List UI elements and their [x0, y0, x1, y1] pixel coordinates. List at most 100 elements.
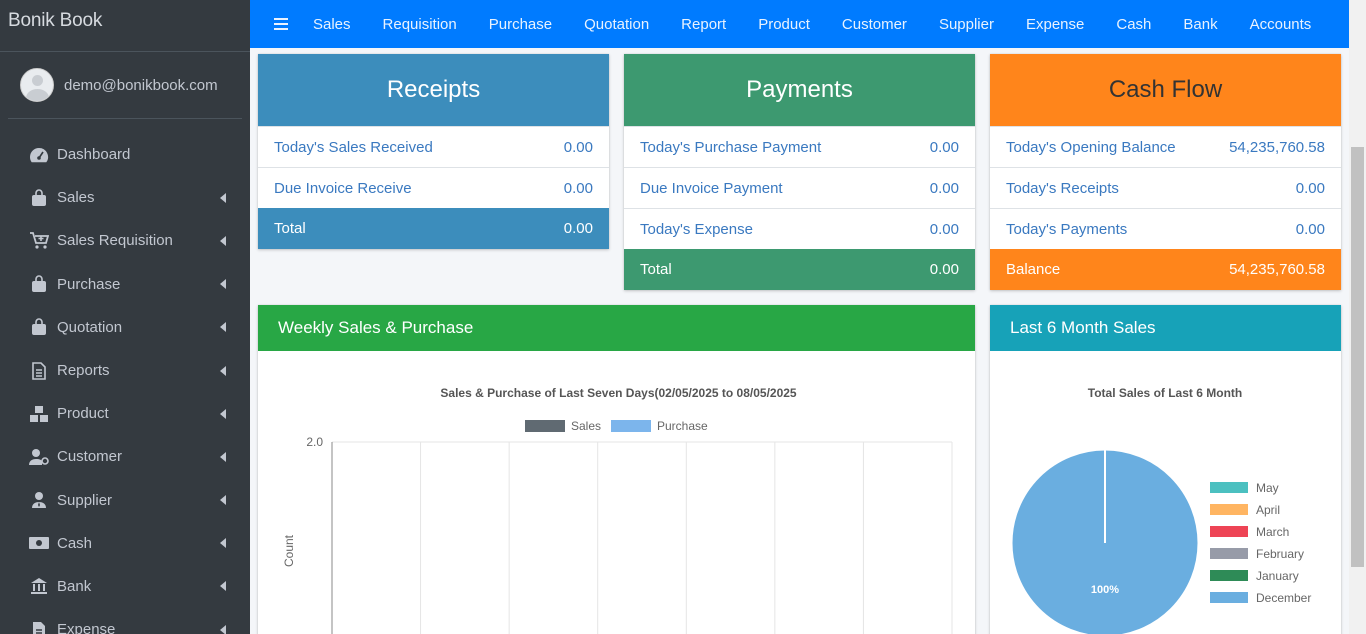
- row-value: 54,235,760.58: [1229, 138, 1325, 156]
- topnav-link-sales[interactable]: Sales: [313, 16, 351, 33]
- receipts-total-row: Total 0.00: [258, 208, 609, 249]
- dashboard-icon: [28, 146, 50, 164]
- chevron-left-icon: [220, 581, 226, 592]
- top-navbar: Sales Requisition Purchase Quotation Report P…: [250, 0, 1349, 48]
- bank-icon: [28, 577, 50, 595]
- user-email[interactable]: demo@bonikbook.com: [64, 77, 218, 94]
- chevron-left-icon: [220, 322, 226, 333]
- chevron-left-icon: [220, 495, 226, 506]
- chevron-left-icon: [220, 451, 226, 462]
- sidebar-item-dashboard[interactable]: Dashboard: [0, 133, 250, 176]
- receipts-box: Receipts Today's Sales Received 0.00 Due…: [258, 54, 609, 249]
- topnav-link-customer[interactable]: Customer: [842, 16, 907, 33]
- sidebar-item-label: Purchase: [57, 275, 121, 293]
- row-value: 0.00: [1295, 220, 1325, 238]
- sidebar-item-label: Product: [57, 405, 109, 423]
- shopping-bag-icon: [28, 318, 50, 336]
- cashflow-balance-row: Balance 54,235,760.58: [990, 249, 1341, 290]
- pie-legend-label-may: May: [1256, 481, 1279, 495]
- weekly-sales-purchase-card: Weekly Sales & Purchase Sales & Purchase…: [258, 305, 975, 634]
- top-nav-links: Sales Requisition Purchase Quotation Report P…: [313, 16, 1343, 33]
- total-label: Total: [274, 220, 306, 237]
- topnav-link-purchase[interactable]: Purchase: [489, 16, 552, 33]
- total-value: 0.00: [929, 261, 959, 278]
- payments-row-expense[interactable]: Today's Expense 0.00: [624, 208, 975, 249]
- pie-legend-label-february: February: [1256, 547, 1304, 561]
- sidebar-item-reports[interactable]: Reports: [0, 349, 250, 392]
- sidebar-item-label: Supplier: [57, 491, 113, 509]
- file-icon: [28, 361, 50, 380]
- topnav-link-requisition[interactable]: Requisition: [383, 16, 457, 33]
- sidebar-item-customer[interactable]: Customer: [0, 435, 250, 478]
- pie-chart-title: Total Sales of Last 6 Month: [1088, 386, 1242, 400]
- row-value: 0.00: [563, 138, 593, 156]
- receipts-row-due-invoice[interactable]: Due Invoice Receive 0.00: [258, 167, 609, 208]
- pie-legend-swatch-april: [1210, 504, 1248, 515]
- sidebar-item-label: Sales Requisition: [57, 232, 173, 250]
- pie-legend-label-december: December: [1256, 591, 1311, 605]
- chevron-left-icon: [220, 235, 226, 246]
- pie-legend-swatch-january: [1210, 570, 1248, 581]
- payments-total-row: Total 0.00: [624, 249, 975, 290]
- hamburger-menu-icon[interactable]: [274, 15, 288, 33]
- row-value: 0.00: [1295, 179, 1325, 197]
- sidebar-item-label: Dashboard: [57, 146, 131, 164]
- cashflow-row-payments[interactable]: Today's Payments 0.00: [990, 208, 1341, 249]
- file-invoice-icon: [28, 621, 50, 634]
- sidebar-item-label: Expense: [57, 621, 116, 634]
- sidebar-item-sales-requisition[interactable]: Sales Requisition: [0, 219, 250, 262]
- pie-legend-label-january: January: [1256, 569, 1299, 583]
- user-panel: demo@bonikbook.com: [8, 52, 242, 119]
- topnav-link-expense[interactable]: Expense: [1026, 16, 1084, 33]
- payments-row-due-invoice[interactable]: Due Invoice Payment 0.00: [624, 167, 975, 208]
- row-value: 0.00: [929, 179, 959, 197]
- topnav-link-quotation[interactable]: Quotation: [584, 16, 649, 33]
- user-tie-icon: [28, 491, 50, 509]
- shopping-bag-icon: [28, 275, 50, 293]
- legend-label-sales: Sales: [571, 419, 601, 433]
- user-avatar[interactable]: [20, 68, 54, 102]
- monthly-pie-chart: Total Sales of Last 6 Month 100% May April M…: [1011, 386, 1311, 634]
- pie-legend-label-march: March: [1256, 525, 1289, 539]
- cashflow-row-receipts[interactable]: Today's Receipts 0.00: [990, 167, 1341, 208]
- topnav-link-product[interactable]: Product: [758, 16, 810, 33]
- legend-swatch-purchase: [611, 420, 651, 432]
- weekly-card-title: Weekly Sales & Purchase: [258, 305, 975, 351]
- receipts-title: Receipts: [258, 54, 609, 126]
- sidebar-menu: Dashboard Sales Sales Requisition Purchase Q…: [0, 119, 250, 634]
- row-value: 0.00: [929, 138, 959, 156]
- sidebar-item-supplier[interactable]: Supplier: [0, 479, 250, 522]
- sidebar: Bonik Book demo@bonikbook.com Dashboard S…: [0, 0, 250, 634]
- sidebar-item-purchase[interactable]: Purchase: [0, 263, 250, 306]
- receipts-row-sales-received[interactable]: Today's Sales Received 0.00: [258, 126, 609, 167]
- sidebar-item-product[interactable]: Product: [0, 392, 250, 435]
- sidebar-item-quotation[interactable]: Quotation: [0, 306, 250, 349]
- weekly-bar-chart: Sales & Purchase of Last Seven Days(02/0…: [282, 386, 953, 634]
- y-axis-label: Count: [282, 534, 296, 567]
- payments-row-purchase-payment[interactable]: Today's Purchase Payment 0.00: [624, 126, 975, 167]
- topnav-link-supplier[interactable]: Supplier: [939, 16, 994, 33]
- sidebar-item-bank[interactable]: Bank: [0, 565, 250, 608]
- pie-data-label: 100%: [1091, 584, 1119, 596]
- cashflow-box: Cash Flow Today's Opening Balance 54,235…: [990, 54, 1341, 290]
- topnav-link-bank[interactable]: Bank: [1183, 16, 1217, 33]
- topnav-link-accounts[interactable]: Accounts: [1250, 16, 1312, 33]
- pie-legend-swatch-december: [1210, 592, 1248, 603]
- row-label: Today's Payments: [1006, 220, 1128, 238]
- topnav-link-cash[interactable]: Cash: [1116, 16, 1151, 33]
- sidebar-item-cash[interactable]: Cash: [0, 522, 250, 565]
- pie-legend-swatch-may: [1210, 482, 1248, 493]
- sidebar-item-expense[interactable]: Expense: [0, 608, 250, 634]
- row-label: Due Invoice Payment: [640, 179, 783, 197]
- total-value: 0.00: [563, 220, 593, 237]
- sidebar-item-sales[interactable]: Sales: [0, 176, 250, 219]
- topnav-link-report[interactable]: Report: [681, 16, 726, 33]
- chevron-left-icon: [220, 192, 226, 203]
- legend-label-purchase: Purchase: [657, 419, 708, 433]
- brand-logo-text[interactable]: Bonik Book: [0, 0, 250, 52]
- cart-plus-icon: [28, 232, 50, 250]
- page-scrollbar-thumb[interactable]: [1351, 147, 1364, 567]
- payments-box: Payments Today's Purchase Payment 0.00 D…: [624, 54, 975, 290]
- cashflow-row-opening-balance[interactable]: Today's Opening Balance 54,235,760.58: [990, 126, 1341, 167]
- total-label: Balance: [1006, 261, 1061, 278]
